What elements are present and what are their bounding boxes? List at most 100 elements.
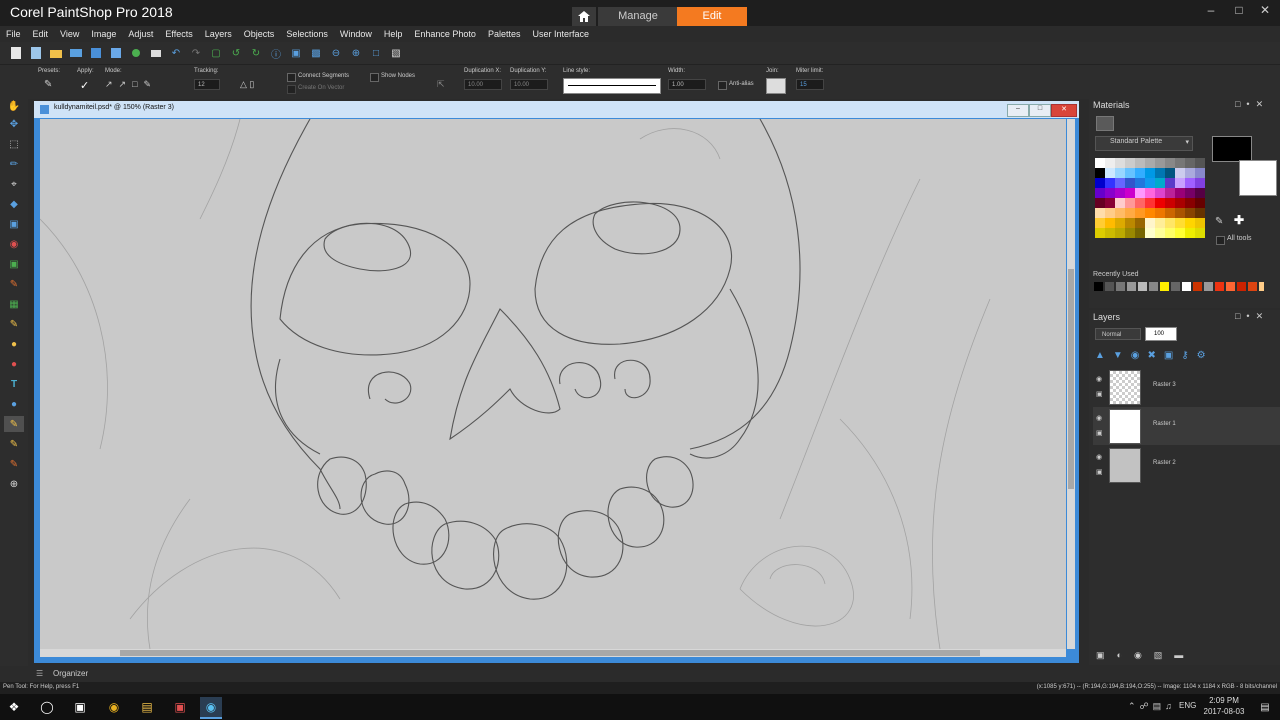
recently-used-swatches[interactable] <box>1094 282 1264 292</box>
tracking-input[interactable]: 12 <box>194 79 220 90</box>
connect-segments-checkbox[interactable] <box>287 73 296 82</box>
blend-mode-dropdown[interactable]: Normal <box>1095 328 1141 340</box>
join-dropdown[interactable] <box>766 78 786 94</box>
horizontal-scrollbar[interactable] <box>40 649 1066 657</box>
menu-help[interactable]: Help <box>378 29 409 39</box>
swatches-tab-icon[interactable] <box>1141 116 1157 129</box>
tab-edit[interactable]: Edit <box>677 7 747 26</box>
document-close-button[interactable]: ✕ <box>1051 104 1077 117</box>
visibility-icon[interactable]: ◉ <box>1096 414 1102 422</box>
chrome-icon[interactable]: ◉ <box>103 697 125 717</box>
miter-limit-input[interactable]: 15 <box>796 79 824 90</box>
menu-enhance-photo[interactable]: Enhance Photo <box>408 29 482 39</box>
lighten-tool-icon[interactable]: ✎ <box>4 316 24 332</box>
mirror-icon[interactable]: ⇱ <box>437 79 445 90</box>
home-button[interactable] <box>572 7 596 26</box>
document-restore-button[interactable]: □ <box>1029 104 1051 117</box>
minimize-button[interactable]: – <box>1200 2 1222 18</box>
background-color-swatch[interactable] <box>1239 160 1277 196</box>
presets-dropdown[interactable]: ✎ <box>44 79 62 92</box>
eraser-tool-icon[interactable]: ● <box>4 356 24 372</box>
layers-bottom-toolbar[interactable]: ▣◐◉▧▬ <box>1096 650 1280 662</box>
windows-start-icon[interactable]: ❖ <box>3 697 25 717</box>
file-explorer-icon[interactable]: ▤ <box>136 697 158 717</box>
width-input[interactable]: 1.00 <box>668 79 706 90</box>
visibility-icon[interactable]: ◉ <box>1096 453 1102 461</box>
clock-time[interactable]: 2:09 PM <box>1204 696 1244 705</box>
perspective-tool-icon[interactable]: ▣ <box>4 216 24 232</box>
info-icon[interactable]: ⓘ <box>268 45 284 61</box>
picture-tube-tool-icon[interactable]: ▦ <box>4 296 24 312</box>
selection-tool-icon[interactable]: ⬚ <box>4 136 24 152</box>
add-tool-icon[interactable]: ⊕ <box>4 476 24 492</box>
document-minimize-button[interactable]: – <box>1007 104 1029 117</box>
frame-view-icon[interactable] <box>1096 116 1114 131</box>
fit-window-icon[interactable]: ▣ <box>288 45 304 61</box>
new-image-icon[interactable] <box>28 45 44 61</box>
paintshop-taskbar-icon[interactable]: ◉ <box>200 697 222 719</box>
organizer-bar[interactable]: ☰ Organizer <box>0 666 1090 682</box>
clock-date[interactable]: 2017-08-03 <box>1200 707 1248 716</box>
lock-icon[interactable]: ▣ <box>1096 390 1103 398</box>
image-canvas[interactable] <box>40 119 1066 649</box>
menu-window[interactable]: Window <box>334 29 378 39</box>
vertical-scrollbar[interactable] <box>1067 119 1075 649</box>
menu-edit[interactable]: Edit <box>27 29 55 39</box>
crop-icon[interactable]: ▢ <box>208 45 224 61</box>
materials-panel-controls[interactable]: □•✕ <box>1235 99 1269 110</box>
lock-icon[interactable]: ▣ <box>1096 429 1103 437</box>
preset-shape-tool-icon[interactable]: ● <box>4 396 24 412</box>
layer-row-raster-3[interactable]: ◉ ▣ Raster 3 <box>1093 368 1280 406</box>
redo-icon[interactable]: ↷ <box>188 45 204 61</box>
share-icon[interactable] <box>128 45 144 61</box>
eyedropper-icon[interactable]: ✎ <box>1215 216 1223 227</box>
layer-row-raster-1[interactable]: ◉ ▣ Raster 1 <box>1093 407 1280 445</box>
menu-view[interactable]: View <box>54 29 85 39</box>
mode-buttons[interactable]: ↗↗□✎ <box>105 79 185 93</box>
line-style-dropdown[interactable] <box>563 78 661 94</box>
menu-objects[interactable]: Objects <box>238 29 281 39</box>
new-file-icon[interactable] <box>8 45 24 61</box>
actual-size-icon[interactable]: ▩ <box>308 45 324 61</box>
layers-panel-controls[interactable]: □•✕ <box>1235 311 1269 322</box>
color-swatch-grid[interactable] <box>1095 158 1205 258</box>
tab-manage[interactable]: Manage <box>598 7 678 26</box>
text-tool-icon[interactable]: T <box>4 376 24 392</box>
close-button[interactable]: ✕ <box>1254 2 1276 18</box>
warp-brush-tool-icon[interactable]: ✎ <box>4 436 24 452</box>
dropper-tool-icon[interactable]: ✏ <box>4 156 24 172</box>
layer-toolbar-icons[interactable]: ▲▼◉✖▣⚷⚙ <box>1095 350 1255 362</box>
menu-effects[interactable]: Effects <box>159 29 198 39</box>
undo-history-icon[interactable]: ↺ <box>228 45 244 61</box>
lock-icon[interactable]: ▣ <box>1096 468 1103 476</box>
all-tools-checkbox[interactable] <box>1216 236 1225 245</box>
language-indicator[interactable]: ENG <box>1179 701 1196 710</box>
undo-icon[interactable]: ↶ <box>168 45 184 61</box>
clone-tool-icon[interactable]: ▣ <box>4 256 24 272</box>
zoom-out-icon[interactable]: ⊖ <box>328 45 344 61</box>
palette-dropdown[interactable]: Standard Palette ▾ <box>1095 136 1193 151</box>
full-screen-icon[interactable]: □ <box>368 45 384 61</box>
paint-brush-tool-icon[interactable]: ✎ <box>4 276 24 292</box>
menu-selections[interactable]: Selections <box>280 29 334 39</box>
workspace-icon[interactable]: ▧ <box>388 45 404 61</box>
pen-tool-icon[interactable]: ✎ <box>4 416 24 432</box>
visibility-icon[interactable]: ◉ <box>1096 375 1102 383</box>
opacity-field[interactable]: 100 <box>1145 327 1177 341</box>
save-as-icon[interactable] <box>108 45 124 61</box>
menu-user-interface[interactable]: User Interface <box>526 29 595 39</box>
red-eye-tool-icon[interactable]: ◉ <box>4 236 24 252</box>
pan-tool-icon[interactable]: ✋ <box>4 98 24 114</box>
foreground-color-swatch[interactable] <box>1212 136 1252 162</box>
search-icon[interactable]: ◯ <box>36 697 58 717</box>
zoom-in-icon[interactable]: ⊕ <box>348 45 364 61</box>
show-nodes-checkbox[interactable] <box>370 73 379 82</box>
task-view-icon[interactable]: ▣ <box>69 697 91 717</box>
apply-checkmark-icon[interactable]: ✓ <box>80 79 89 92</box>
fill-tool-icon[interactable]: ● <box>4 336 24 352</box>
menu-palettes[interactable]: Palettes <box>482 29 527 39</box>
art-media-tool-icon[interactable]: ✎ <box>4 456 24 472</box>
print-icon[interactable] <box>148 45 164 61</box>
rainbow-tab-icon[interactable] <box>1119 116 1135 129</box>
add-color-icon[interactable]: ✚ <box>1234 213 1244 227</box>
